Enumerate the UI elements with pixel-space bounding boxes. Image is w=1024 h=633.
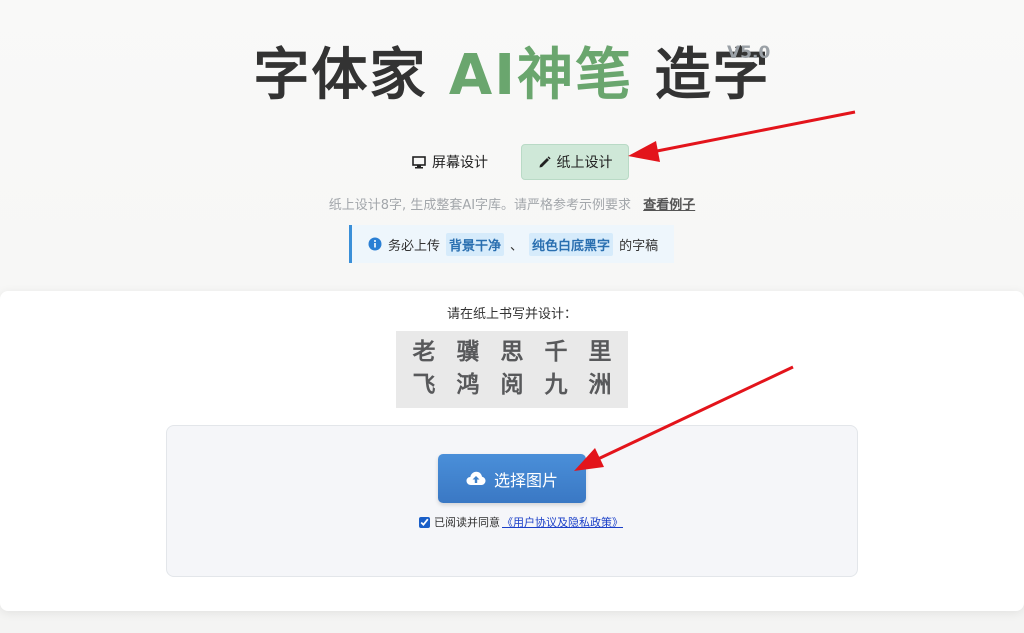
title-part1: 字体家 xyxy=(253,43,428,108)
monitor-icon xyxy=(412,155,426,169)
choose-image-button[interactable]: 选择图片 xyxy=(438,454,586,503)
info-icon xyxy=(368,237,382,251)
notice-prefix: 务必上传 xyxy=(388,238,441,254)
policy-link[interactable]: 《用户协议及隐私政策》 xyxy=(502,514,623,530)
sample-char: 老 xyxy=(412,339,436,365)
sample-char: 鸿 xyxy=(456,371,480,398)
tab-screen-design[interactable]: 屏幕设计 xyxy=(400,144,500,180)
sample-char: 千 xyxy=(544,339,568,365)
sample-char: 九 xyxy=(544,371,568,398)
title-accent: AI神笔 xyxy=(448,43,634,108)
version-badge: V5.0 xyxy=(727,43,771,63)
cloud-upload-icon xyxy=(466,471,486,486)
description: 纸上设计8字, 生成整套AI字库。请严格参考示例要求 查看例子 xyxy=(0,194,1024,213)
sample-char: 飞 xyxy=(412,371,436,398)
pencil-icon xyxy=(538,155,551,169)
notice-separator: 、 xyxy=(510,238,524,254)
sample-char: 思 xyxy=(500,339,524,365)
sample-char: 阅 xyxy=(500,371,524,398)
sample-char: 里 xyxy=(588,339,612,365)
description-text: 纸上设计8字, 生成整套AI字库。请严格参考示例要求 xyxy=(328,198,632,213)
tab-paper-design-label: 纸上设计 xyxy=(556,155,613,171)
notice-tag-white-black: 纯色白底黑字 xyxy=(529,232,614,256)
view-example-link[interactable]: 查看例子 xyxy=(643,198,695,213)
agreement: 已阅读并同意 《用户协议及隐私政策》 xyxy=(419,514,623,530)
page-title: 字体家 AI神笔 造字 xyxy=(0,40,1024,112)
agree-text: 已阅读并同意 xyxy=(434,516,500,529)
sample-prompt: 请在纸上书写并设计： xyxy=(446,307,577,322)
sample-char: 洲 xyxy=(588,371,612,398)
sample-char: 骥 xyxy=(456,339,480,365)
annotation-arrow xyxy=(628,110,856,162)
choose-image-label: 选择图片 xyxy=(493,470,558,490)
tab-paper-design[interactable]: 纸上设计 xyxy=(521,144,629,180)
sample-characters: 老 骥 思 千 里 飞 鸿 阅 九 洲 xyxy=(396,331,628,408)
notice-suffix: 的字稿 xyxy=(619,238,659,254)
tab-screen-design-label: 屏幕设计 xyxy=(432,155,488,171)
agree-checkbox[interactable] xyxy=(419,516,430,528)
notice-banner: 务必上传 背景干净 、 纯色白底黑字 的字稿 xyxy=(349,225,674,263)
notice-tag-clean-background: 背景干净 xyxy=(446,232,505,256)
